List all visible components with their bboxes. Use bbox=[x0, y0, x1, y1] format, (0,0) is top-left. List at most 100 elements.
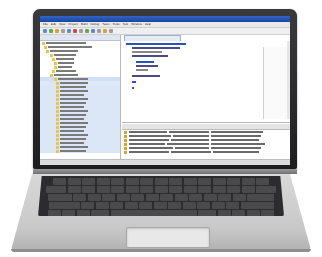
keyboard-key[interactable] bbox=[82, 186, 95, 193]
keyboard-key[interactable] bbox=[154, 178, 168, 185]
keyboard-key[interactable] bbox=[256, 178, 269, 185]
keyboard-key[interactable] bbox=[217, 210, 231, 216]
keyboard-key[interactable] bbox=[87, 194, 101, 201]
keyboard-key[interactable] bbox=[261, 210, 275, 216]
keyboard-key[interactable] bbox=[140, 178, 153, 185]
keyboard-key[interactable] bbox=[110, 202, 123, 209]
keyboard-key[interactable] bbox=[232, 194, 246, 201]
keyboard-key[interactable] bbox=[53, 178, 66, 185]
keyboard-key[interactable] bbox=[198, 178, 211, 185]
keyboard-key[interactable] bbox=[91, 210, 110, 216]
keyboard-key[interactable] bbox=[95, 202, 109, 209]
keyboard-key[interactable] bbox=[226, 202, 239, 209]
keyboard-key[interactable] bbox=[227, 178, 240, 185]
keyboard-key[interactable] bbox=[198, 186, 211, 193]
toolbar-button[interactable] bbox=[61, 29, 65, 33]
keyboard-key[interactable] bbox=[227, 186, 240, 193]
keyboard-key[interactable] bbox=[124, 202, 138, 209]
keyboard-key[interactable] bbox=[189, 194, 203, 201]
menu-item[interactable]: View bbox=[59, 22, 65, 27]
code-editor[interactable] bbox=[122, 35, 290, 123]
keyboard-key[interactable] bbox=[246, 210, 260, 216]
keyboard-key[interactable] bbox=[154, 186, 168, 193]
keyboard-key[interactable] bbox=[47, 210, 61, 216]
keyboard-key[interactable] bbox=[96, 186, 110, 193]
keyboard-key[interactable] bbox=[241, 186, 255, 193]
keyboard-key[interactable] bbox=[232, 210, 246, 216]
code-line bbox=[136, 61, 154, 63]
toolbar-button[interactable] bbox=[97, 29, 101, 33]
keyboard-key[interactable] bbox=[168, 202, 181, 209]
keyboard-key[interactable] bbox=[198, 210, 217, 216]
keyboard-key[interactable] bbox=[256, 186, 276, 193]
toolbar-button[interactable] bbox=[49, 29, 53, 33]
keyboard-key[interactable] bbox=[160, 194, 174, 201]
keyboard-key[interactable] bbox=[174, 194, 188, 201]
menu-item[interactable]: Help bbox=[145, 22, 151, 27]
toolbar-button[interactable] bbox=[85, 29, 89, 33]
menu-item[interactable]: Window bbox=[131, 22, 142, 27]
menu-item[interactable]: File bbox=[43, 22, 48, 27]
keyboard-key[interactable] bbox=[62, 210, 76, 216]
keyboard-key[interactable] bbox=[125, 186, 139, 193]
keyboard-key[interactable] bbox=[212, 186, 226, 193]
keyboard-key[interactable] bbox=[197, 202, 210, 209]
toolbar-button[interactable] bbox=[79, 29, 83, 33]
keyboard-key[interactable] bbox=[182, 202, 196, 209]
keyboard-key[interactable] bbox=[240, 202, 274, 209]
output-row[interactable] bbox=[122, 150, 290, 154]
keyboard-key[interactable] bbox=[110, 210, 197, 216]
keyboard-key[interactable] bbox=[46, 186, 66, 193]
keyboard-key[interactable] bbox=[169, 186, 182, 193]
keyboard-key[interactable] bbox=[47, 194, 72, 201]
keyboard-key[interactable] bbox=[73, 194, 87, 201]
editor-tab[interactable] bbox=[124, 35, 181, 41]
menu-item[interactable]: Test bbox=[123, 22, 129, 27]
keyboard-key[interactable] bbox=[111, 178, 124, 185]
keyboard-key[interactable] bbox=[169, 178, 182, 185]
keyboard-key[interactable] bbox=[67, 178, 81, 185]
keyboard-key[interactable] bbox=[116, 194, 130, 201]
keyboard-key[interactable] bbox=[140, 186, 153, 193]
keyboard-key[interactable] bbox=[153, 202, 167, 209]
keyboard-key[interactable] bbox=[203, 194, 217, 201]
keyboard-key[interactable] bbox=[96, 178, 110, 185]
keyboard-key[interactable] bbox=[212, 178, 226, 185]
editor-scrollbar[interactable] bbox=[287, 41, 290, 119]
toolbar-button[interactable] bbox=[43, 29, 47, 33]
keyboard-key[interactable] bbox=[67, 186, 81, 193]
toolbar-button[interactable] bbox=[67, 29, 71, 33]
keyboard-key[interactable] bbox=[125, 178, 139, 185]
keyboard-key[interactable] bbox=[102, 194, 116, 201]
code-line bbox=[132, 51, 162, 53]
folder-icon bbox=[50, 53, 53, 57]
menu-item[interactable]: Team bbox=[102, 22, 109, 27]
keyboard-key[interactable] bbox=[82, 178, 95, 185]
toolbar-button[interactable] bbox=[73, 29, 77, 33]
keyboard-key[interactable] bbox=[247, 194, 275, 201]
menu-item[interactable]: Project bbox=[68, 22, 77, 27]
toolbar-button[interactable] bbox=[55, 29, 59, 33]
tree-item[interactable] bbox=[40, 149, 120, 153]
keyboard-key[interactable] bbox=[183, 186, 197, 193]
menu-item[interactable]: Edit bbox=[51, 22, 56, 27]
keyboard-key[interactable] bbox=[241, 178, 255, 185]
toolbar-button[interactable] bbox=[91, 29, 95, 33]
toolbar bbox=[40, 28, 290, 35]
keyboard-key[interactable] bbox=[145, 194, 159, 201]
keyboard-key[interactable] bbox=[131, 194, 145, 201]
menu-item[interactable]: Debug bbox=[90, 22, 99, 27]
menu-item[interactable]: Build bbox=[81, 22, 88, 27]
keyboard-key[interactable] bbox=[81, 202, 94, 209]
keyboard-key[interactable] bbox=[139, 202, 152, 209]
keyboard-key[interactable] bbox=[218, 194, 232, 201]
toolbar-button[interactable] bbox=[109, 29, 113, 33]
keyboard-key[interactable] bbox=[211, 202, 225, 209]
touchpad[interactable] bbox=[126, 227, 210, 248]
menu-item[interactable]: Tools bbox=[113, 22, 120, 27]
keyboard-key[interactable] bbox=[76, 210, 90, 216]
keyboard-key[interactable] bbox=[111, 186, 124, 193]
keyboard-key[interactable] bbox=[183, 178, 197, 185]
keyboard-key[interactable] bbox=[48, 202, 80, 209]
toolbar-button[interactable] bbox=[103, 29, 107, 33]
